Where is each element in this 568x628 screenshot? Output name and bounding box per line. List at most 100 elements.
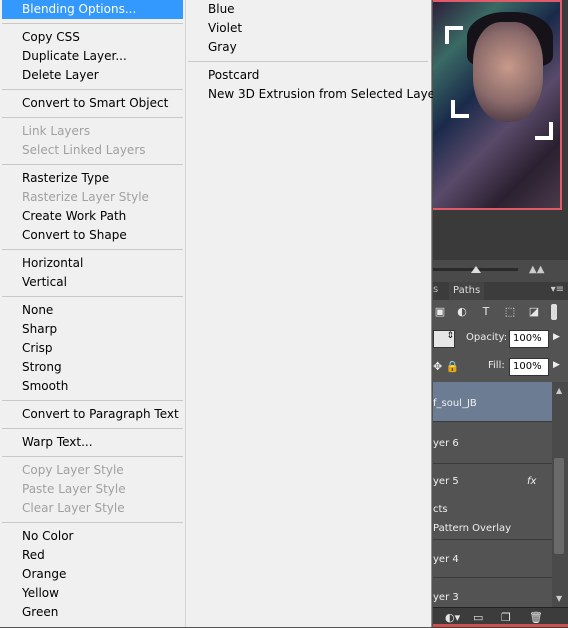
fill-dropdown-icon[interactable]: ▶ (553, 360, 560, 370)
layer-name: yer 4 (433, 554, 459, 565)
menu-column-divider (185, 0, 186, 627)
lock-all-icon[interactable]: ✥ 🔒 (433, 360, 459, 373)
menu-item-convert-to-smart-object[interactable]: Convert to Smart Object (2, 94, 183, 113)
menu-item-yellow[interactable]: Yellow (2, 584, 183, 603)
navigator-zoom-strip: ▲▲ (433, 260, 568, 282)
menu-separator (2, 85, 183, 94)
menu-separator (2, 452, 183, 461)
menu-column-left: Blending Options... Copy CSS Duplicate Lay… (2, 0, 183, 622)
fill-input[interactable]: 100% (509, 358, 549, 376)
zoom-in-icon[interactable]: ▲▲ (529, 264, 544, 275)
layer-row[interactable]: yer 3 (433, 578, 552, 608)
menu-item-rasterize-type[interactable]: Rasterize Type (2, 169, 183, 188)
adjustment-filter-icon[interactable]: ◐ (455, 305, 469, 319)
menu-item-copy-css[interactable]: Copy CSS (2, 28, 183, 47)
layers-list: f_soul_JB yer 6 yer 5 fx cts Pattern Ove… (433, 382, 552, 608)
menu-item-gray[interactable]: Gray (188, 38, 428, 57)
layer-row[interactable]: yer 5 fx cts Pattern Overlay (433, 464, 552, 540)
menu-item-paste-layer-style: Paste Layer Style (22, 482, 126, 496)
smart-object-filter-icon[interactable]: ◪ (527, 305, 541, 319)
panel-menu-icon[interactable]: ▾≡ (551, 284, 564, 295)
scroll-down-icon[interactable]: ▼ (556, 594, 562, 603)
menu-item-duplicate-layer[interactable]: Duplicate Layer... (2, 47, 183, 66)
type-filter-icon[interactable]: T (479, 305, 493, 319)
filter-toggle[interactable] (551, 304, 557, 320)
layer-name: yer 3 (433, 592, 459, 603)
menu-item-sharp[interactable]: Sharp (2, 320, 183, 339)
layer-name: f_soul_JB (433, 398, 477, 409)
menu-item-violet[interactable]: Violet (188, 19, 428, 38)
menu-item-copy-layer-style: Copy Layer Style (22, 463, 124, 477)
menu-separator (2, 518, 183, 527)
menu-item-postcard[interactable]: Postcard (188, 66, 428, 85)
effect-item-pattern-overlay[interactable]: Pattern Overlay (433, 523, 511, 534)
menu-separator (188, 57, 428, 66)
scroll-up-icon[interactable]: ▲ (556, 386, 562, 395)
menu-item-rasterize-layer-style: Rasterize Layer Style (22, 190, 149, 204)
menu-item-convert-to-paragraph-text[interactable]: Convert to Paragraph Text (2, 405, 183, 424)
menu-item-blue[interactable]: Blue (188, 0, 428, 19)
layer-name: yer 6 (433, 438, 459, 449)
layers-panel-tabs: s Paths ▾≡ (433, 282, 568, 301)
menu-separator (2, 160, 183, 169)
opacity-label: Opacity: (466, 332, 508, 343)
scrollbar-thumb[interactable] (554, 458, 564, 554)
menu-item-link-layers: Link Layers (22, 124, 91, 138)
layer-effects-icon[interactable]: fx (527, 476, 536, 487)
new-layer-icon[interactable]: ❐ (501, 611, 511, 624)
layer-context-menu: Blending Options... Copy CSS Duplicate Lay… (0, 0, 440, 627)
menu-item-vertical[interactable]: Vertical (2, 273, 183, 292)
new-group-icon[interactable]: ▭ (473, 611, 483, 624)
photo-frame-corner (445, 26, 463, 44)
layer-filter-row: ▣ ◐ T ⬚ ◪ (433, 300, 568, 324)
tab-layers-partial[interactable]: s (433, 284, 438, 295)
lock-fill-row: ✥ 🔒 Fill: 100% ▶ (433, 356, 568, 380)
menu-item-red[interactable]: Red (2, 546, 183, 565)
photo-frame-corner (535, 122, 553, 140)
menu-separator (2, 19, 183, 28)
menu-separator (2, 424, 183, 433)
canvas-photo (433, 0, 562, 210)
photo-face (473, 22, 543, 122)
document-canvas[interactable] (433, 0, 568, 260)
zoom-slider-knob[interactable] (471, 266, 481, 273)
menu-item-clear-layer-style: Clear Layer Style (22, 501, 125, 515)
menu-item-orange[interactable]: Orange (2, 565, 183, 584)
tab-paths[interactable]: Paths (449, 282, 485, 300)
menu-item-smooth[interactable]: Smooth (2, 377, 183, 396)
opacity-row: ⇕ Opacity: 100% ▶ (433, 328, 568, 352)
menu-column-right: Blue Violet Gray Postcard New 3D Extrusion f… (188, 0, 440, 104)
layers-scrollbar[interactable]: ▲ ▼ (552, 382, 568, 607)
menu-item-new-3d-extrusion-from-selected-layer[interactable]: New 3D Extrusion from Selected Layer (188, 85, 440, 104)
adjustment-layer-icon[interactable]: ◐▾ (445, 611, 460, 624)
menu-item-none[interactable]: None (2, 301, 183, 320)
opacity-input[interactable]: 100% (509, 330, 549, 348)
layer-row[interactable]: yer 4 (433, 540, 552, 578)
menu-item-no-color[interactable]: No Color (2, 527, 183, 546)
menu-item-strong[interactable]: Strong (2, 358, 183, 377)
menu-item-green[interactable]: Green (2, 603, 183, 622)
menu-item-crisp[interactable]: Crisp (2, 339, 183, 358)
menu-item-convert-to-shape[interactable]: Convert to Shape (2, 226, 183, 245)
menu-item-blending-options[interactable]: Blending Options... (2, 0, 183, 19)
blend-mode-select[interactable]: ⇕ (433, 330, 455, 348)
menu-item-select-linked-layers: Select Linked Layers (22, 143, 146, 157)
image-filter-icon[interactable]: ▣ (433, 305, 447, 319)
menu-item-delete-layer[interactable]: Delete Layer (2, 66, 183, 85)
layer-row[interactable]: yer 6 (433, 422, 552, 464)
menu-separator (2, 113, 183, 122)
menu-separator (2, 245, 183, 254)
menu-separator (2, 396, 183, 405)
shape-filter-icon[interactable]: ⬚ (503, 305, 517, 319)
layer-row-selected[interactable]: f_soul_JB (433, 382, 552, 422)
menu-item-create-work-path[interactable]: Create Work Path (2, 207, 183, 226)
effects-label: cts (433, 504, 448, 515)
menu-item-horizontal[interactable]: Horizontal (2, 254, 183, 273)
fill-label: Fill: (488, 360, 505, 371)
menu-item-warp-text[interactable]: Warp Text... (2, 433, 183, 452)
photo-frame-corner (451, 100, 469, 118)
opacity-dropdown-icon[interactable]: ▶ (553, 332, 560, 342)
menu-separator (2, 292, 183, 301)
trash-icon[interactable]: 🗑 (529, 611, 543, 624)
layer-name: yer 5 (433, 476, 459, 487)
